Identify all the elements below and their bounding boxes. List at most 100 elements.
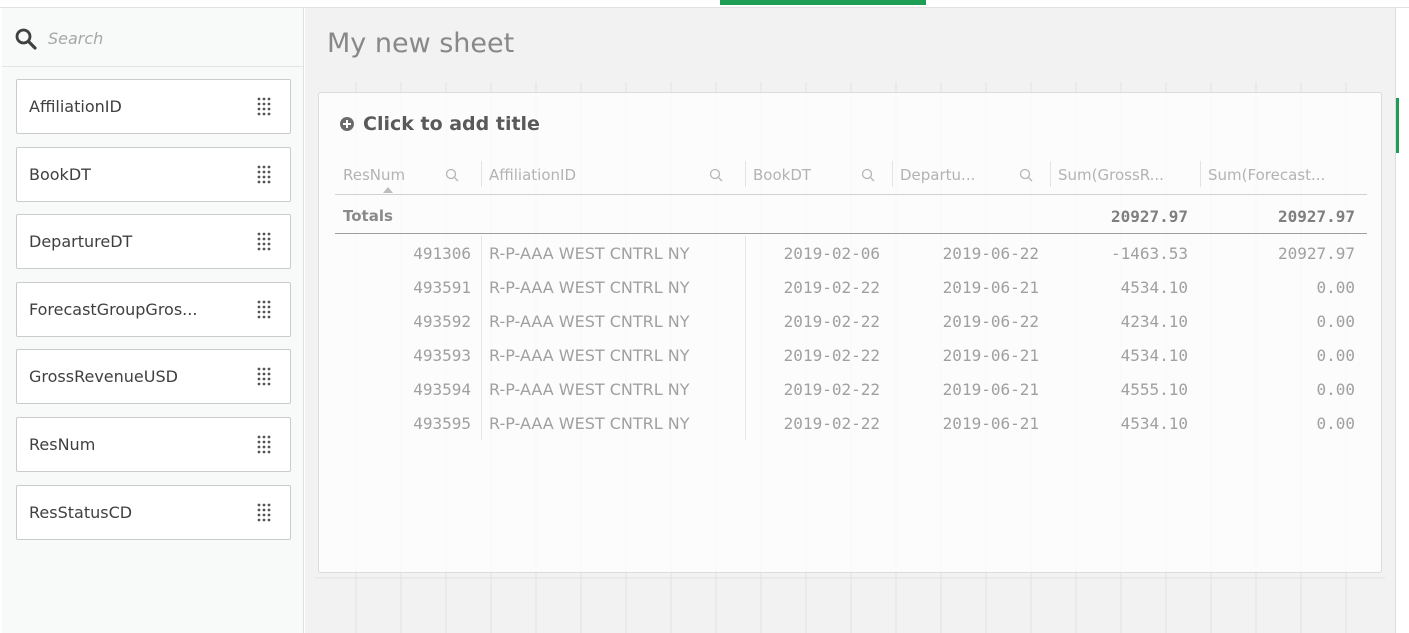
- right-panel-indicator: [1396, 98, 1399, 153]
- cell-departuredt: 2019-06-21: [942, 414, 1039, 433]
- cell-forecast: 0.00: [1316, 346, 1355, 365]
- totals-label: Totals: [343, 207, 393, 225]
- drag-handle-icon[interactable]: [256, 366, 272, 386]
- cell-forecast: 0.00: [1316, 312, 1355, 331]
- search-icon[interactable]: [861, 168, 875, 182]
- field-label: ForecastGroupGros...: [29, 300, 198, 319]
- search-bar: [2, 8, 303, 67]
- field-item-affiliationid[interactable]: AffiliationID: [16, 79, 291, 134]
- drag-handle-icon[interactable]: [256, 299, 272, 319]
- cell-resnum: 493594: [413, 380, 471, 399]
- cell-departuredt: 2019-06-21: [942, 278, 1039, 297]
- field-item-departuredt[interactable]: DepartureDT: [16, 214, 291, 269]
- cell-affiliationid: R-P-AAA WEST CNTRL NY: [489, 278, 690, 297]
- field-label: ResStatusCD: [29, 503, 133, 522]
- field-item-forecastgroupgross[interactable]: ForecastGroupGros...: [16, 282, 291, 337]
- search-icon[interactable]: [14, 27, 38, 51]
- cell-affiliationid: R-P-AAA WEST CNTRL NY: [489, 414, 690, 433]
- cell-resnum: 493591: [413, 278, 471, 297]
- sheet-title[interactable]: My new sheet: [327, 28, 514, 59]
- cell-bookdt: 2019-02-22: [783, 414, 880, 433]
- cell-gross-revenue: 4534.10: [1120, 346, 1188, 365]
- cell-resnum: 491306: [413, 244, 471, 263]
- cell-gross-revenue: -1463.53: [1110, 244, 1188, 263]
- cell-forecast: 0.00: [1316, 414, 1355, 433]
- drag-handle-icon[interactable]: [256, 164, 272, 184]
- column-header-label: Departu...: [900, 166, 976, 184]
- column-header-departuredt[interactable]: Departu...: [892, 153, 1050, 195]
- column-header-affiliationid[interactable]: AffiliationID: [481, 153, 745, 195]
- column-header-label: BookDT: [753, 166, 812, 184]
- search-icon[interactable]: [1019, 168, 1033, 182]
- table-row[interactable]: 493594 R-P-AAA WEST CNTRL NY 2019-02-22 …: [335, 372, 1367, 406]
- cell-resnum: 493593: [413, 346, 471, 365]
- column-divider: [481, 406, 482, 440]
- column-header-label: Sum(Forecast...: [1208, 166, 1326, 184]
- cell-gross-revenue: 4555.10: [1120, 380, 1188, 399]
- column-header-bookdt[interactable]: BookDT: [745, 153, 892, 195]
- table-row[interactable]: 493595 R-P-AAA WEST CNTRL NY 2019-02-22 …: [335, 406, 1367, 440]
- sort-ascending-icon: [383, 187, 393, 193]
- drag-handle-icon[interactable]: [256, 231, 272, 251]
- cell-forecast: 0.00: [1316, 278, 1355, 297]
- cell-affiliationid: R-P-AAA WEST CNTRL NY: [489, 346, 690, 365]
- total-forecast: 20927.97: [1277, 207, 1355, 226]
- active-tab-indicator: [720, 0, 926, 5]
- field-label: ResNum: [29, 435, 96, 454]
- table-row[interactable]: 493592 R-P-AAA WEST CNTRL NY 2019-02-22 …: [335, 304, 1367, 338]
- table-row[interactable]: 491306 R-P-AAA WEST CNTRL NY 2019-02-06 …: [335, 236, 1367, 270]
- total-gross-revenue: 20927.97: [1110, 207, 1188, 226]
- fields-panel: AffiliationID BookDT DepartureDT Forecas…: [2, 8, 304, 633]
- cell-resnum: 493595: [413, 414, 471, 433]
- table-row[interactable]: 493593 R-P-AAA WEST CNTRL NY 2019-02-22 …: [335, 338, 1367, 372]
- column-divider: [481, 270, 482, 304]
- search-icon[interactable]: [709, 168, 723, 182]
- cell-resnum: 493592: [413, 312, 471, 331]
- cell-departuredt: 2019-06-21: [942, 380, 1039, 399]
- field-label: GrossRevenueUSD: [29, 367, 178, 386]
- drag-handle-icon[interactable]: [256, 96, 272, 116]
- table-title-placeholder: Click to add title: [363, 113, 540, 135]
- cell-departuredt: 2019-06-22: [942, 312, 1039, 331]
- column-header-label: AffiliationID: [489, 166, 576, 184]
- drag-handle-icon[interactable]: [256, 434, 272, 454]
- column-divider: [481, 372, 482, 406]
- field-item-resstatuscd[interactable]: ResStatusCD: [16, 485, 291, 540]
- cell-forecast: 0.00: [1316, 380, 1355, 399]
- field-label: AffiliationID: [29, 97, 122, 116]
- cell-bookdt: 2019-02-06: [783, 244, 880, 263]
- column-header-sum-grossrevenue[interactable]: Sum(GrossR...: [1050, 153, 1200, 195]
- column-header-resnum[interactable]: ResNum: [335, 153, 481, 195]
- table-header: ResNum AffiliationID BookDT Departu... S…: [335, 153, 1367, 195]
- column-header-label: ResNum: [343, 166, 406, 184]
- cell-departuredt: 2019-06-22: [942, 244, 1039, 263]
- table-object[interactable]: Click to add title ResNum AffiliationID …: [318, 92, 1382, 573]
- totals-row: Totals 20927.97 20927.97: [335, 196, 1367, 234]
- cell-bookdt: 2019-02-22: [783, 312, 880, 331]
- column-header-label: Sum(GrossR...: [1058, 166, 1164, 184]
- cell-departuredt: 2019-06-21: [942, 346, 1039, 365]
- table-row[interactable]: 493591 R-P-AAA WEST CNTRL NY 2019-02-22 …: [335, 270, 1367, 304]
- plus-circle-icon: [340, 117, 354, 131]
- field-label: BookDT: [29, 165, 91, 184]
- column-divider: [481, 236, 482, 270]
- cell-bookdt: 2019-02-22: [783, 278, 880, 297]
- cell-affiliationid: R-P-AAA WEST CNTRL NY: [489, 380, 690, 399]
- cell-bookdt: 2019-02-22: [783, 380, 880, 399]
- cell-affiliationid: R-P-AAA WEST CNTRL NY: [489, 312, 690, 331]
- cell-gross-revenue: 4234.10: [1120, 312, 1188, 331]
- search-input[interactable]: [48, 24, 288, 52]
- search-icon[interactable]: [445, 168, 459, 182]
- cell-gross-revenue: 4534.10: [1120, 278, 1188, 297]
- column-divider: [481, 338, 482, 372]
- field-item-bookdt[interactable]: BookDT: [16, 147, 291, 202]
- column-divider: [481, 304, 482, 338]
- column-header-sum-forecast[interactable]: Sum(Forecast...: [1200, 153, 1367, 195]
- add-title-button[interactable]: Click to add title: [339, 113, 540, 135]
- cell-affiliationid: R-P-AAA WEST CNTRL NY: [489, 244, 690, 263]
- drag-handle-icon[interactable]: [256, 502, 272, 522]
- field-item-grossrevenueusd[interactable]: GrossRevenueUSD: [16, 349, 291, 404]
- cell-gross-revenue: 4534.10: [1120, 414, 1188, 433]
- cell-bookdt: 2019-02-22: [783, 346, 880, 365]
- field-item-resnum[interactable]: ResNum: [16, 417, 291, 472]
